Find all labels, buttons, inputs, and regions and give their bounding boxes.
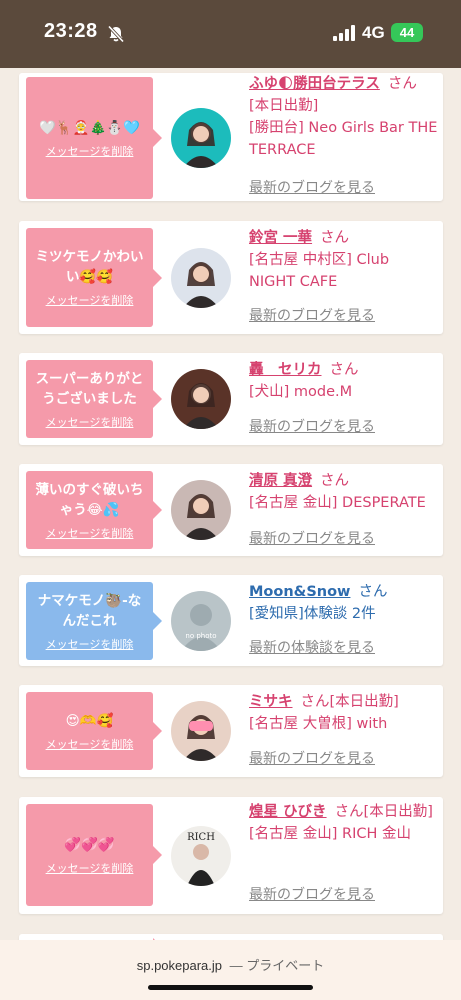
latest-blog-link[interactable]: 最新のブログを見る	[249, 416, 375, 438]
message-bubble: ミツケモノかわいい🥰🥰 メッセージを削除	[26, 228, 162, 327]
favorite-card: ミツケモノかわいい🥰🥰 メッセージを削除 鈴宮 一華 さん [名古屋 中村区] C…	[19, 221, 443, 334]
profile-name-link[interactable]: 清原 真澄	[249, 473, 312, 489]
browser-bottom-bar: sp.pokepara.jp — プライベート	[0, 940, 461, 1000]
honorific: さん	[387, 76, 417, 92]
url-domain: sp.pokepara.jp	[136, 958, 223, 973]
favorite-card: 🤍🦌🤶🎄⛄🩵 メッセージを削除 ふゆ🌓勝田台テラス さん [本日出勤] [勝田台] …	[19, 73, 443, 201]
name-row: 清原 真澄 さん	[249, 470, 439, 492]
profile-name-link[interactable]: 轟 セリカ	[249, 362, 322, 378]
profile-info: 轟 セリカ さん [犬山] mode.M 最新のブログを見る	[249, 359, 439, 445]
battery-level: 44	[399, 25, 415, 40]
honorific: さん	[329, 362, 359, 378]
favorite-card: 💞💞💞 メッセージを削除 RICH 煌星 ひびき さん[本日出勤] [名古屋 金山…	[19, 797, 443, 914]
delete-message-link[interactable]: メッセージを削除	[46, 525, 134, 541]
name-row: ふゆ🌓勝田台テラス さん	[249, 73, 439, 95]
message-text: ナマケモノ🦥-なんだこれ	[37, 592, 142, 629]
message-text: ミツケモノかわいい🥰🥰	[35, 249, 144, 285]
message-bubble: スーパーありがとうございました メッセージを削除	[26, 360, 162, 438]
profile-name-link[interactable]: 鈴宮 一華	[249, 230, 312, 246]
profile-name-link[interactable]: Moon&Snow	[249, 584, 350, 600]
bell-muted-icon	[107, 25, 125, 43]
signal-icon	[333, 25, 355, 41]
profile-info: 煌星 ひびき さん[本日出勤] [名古屋 金山] RICH 金山 最新のブログを見…	[249, 801, 439, 914]
profile-detail: [愛知県]体験談 2件	[249, 606, 376, 622]
status-time: 23:28	[44, 20, 98, 42]
name-row: 鈴宮 一華 さん	[249, 227, 439, 249]
avatar[interactable]	[171, 369, 231, 429]
profile-detail: [犬山] mode.M	[249, 384, 353, 400]
latest-blog-link[interactable]: 最新のブログを見る	[249, 748, 375, 770]
delete-message-link[interactable]: メッセージを削除	[46, 292, 134, 308]
avatar-photo: no photo	[171, 591, 231, 651]
message-text: 💞💞💞	[64, 836, 115, 853]
message-text: 🤍🦌🤶🎄⛄🩵	[39, 119, 140, 136]
latest-blog-link[interactable]: 最新のブログを見る	[249, 305, 375, 327]
profile-info: ミサキ さん[本日出勤] [名古屋 大曽根] with 最新のブログを見る	[249, 691, 439, 777]
honorific: さん	[320, 473, 350, 489]
message-bubble: 🤍🦌🤶🎄⛄🩵 メッセージを削除	[26, 77, 162, 199]
profile-name-link[interactable]: 煌星 ひびき	[249, 804, 327, 820]
favorite-card: スーパーありがとうございました メッセージを削除 轟 セリカ さん [犬山] mo…	[19, 353, 443, 445]
svg-text:no photo: no photo	[185, 632, 216, 640]
profile-detail: [勝田台] Neo Girls Bar THE TERRACE	[249, 120, 438, 158]
url-label[interactable]: sp.pokepara.jp — プライベート	[0, 955, 461, 974]
delete-message-link[interactable]: メッセージを削除	[46, 736, 134, 752]
favorite-card: 薄いのすぐ破いちゃう😂💦 メッセージを削除 清原 真澄 さん [名古屋 金山] D…	[19, 464, 443, 556]
name-row: Moon&Snow さん	[249, 581, 439, 603]
delete-message-link[interactable]: メッセージを削除	[46, 636, 134, 652]
honorific: さん[本日出勤]	[334, 804, 433, 820]
profile-info: ふゆ🌓勝田台テラス さん [本日出勤] [勝田台] Neo Girls Bar TH…	[249, 73, 439, 201]
latest-blog-link[interactable]: 最新のブログを見る	[249, 884, 375, 906]
svg-text:RICH: RICH	[187, 832, 215, 843]
network-label: 4G	[362, 23, 385, 42]
profile-detail: [名古屋 金山] DESPERATE	[249, 495, 426, 511]
profile-detail: [名古屋 大曽根] with	[249, 716, 388, 732]
honorific: さん	[320, 230, 350, 246]
avatar[interactable]	[171, 108, 231, 168]
avatar[interactable]	[171, 701, 231, 761]
avatar-photo	[171, 369, 231, 429]
name-row: 轟 セリカ さん	[249, 359, 439, 381]
message-bubble: ナマケモノ🦥-なんだこれ メッセージを削除	[26, 582, 162, 660]
home-indicator	[148, 985, 313, 990]
profile-name-link[interactable]: ミサキ	[249, 694, 293, 710]
name-row: 煌星 ひびき さん[本日出勤]	[249, 801, 439, 823]
honorific: さん[本日出勤]	[300, 694, 399, 710]
avatar[interactable]: no photo	[171, 591, 231, 651]
profile-info: 清原 真澄 さん [名古屋 金山] DESPERATE 最新のブログを見る	[249, 470, 439, 556]
latest-blog-link[interactable]: 最新の体験談を見る	[249, 637, 375, 659]
avatar-photo	[171, 108, 231, 168]
latest-blog-link[interactable]: 最新のブログを見る	[249, 528, 375, 550]
profile-name-link[interactable]: ふゆ🌓勝田台テラス	[249, 76, 380, 92]
status-bar: 23:28 4G 44	[0, 0, 461, 68]
name-row: ミサキ さん[本日出勤]	[249, 691, 439, 713]
profile-detail: [名古屋 金山] RICH 金山	[249, 826, 412, 842]
message-text: スーパーありがとうございました	[35, 370, 144, 407]
avatar[interactable]: RICH	[171, 826, 231, 886]
avatar-photo	[171, 248, 231, 308]
avatar-photo	[171, 701, 231, 761]
profile-detail: [本日出勤]	[249, 98, 319, 114]
avatar[interactable]	[171, 248, 231, 308]
message-text: 薄いのすぐ破いちゃう😂💦	[35, 481, 144, 518]
message-text: 😍🫶🥰	[65, 712, 114, 729]
delete-message-link[interactable]: メッセージを削除	[46, 860, 134, 876]
latest-blog-link[interactable]: 最新のブログを見る	[249, 177, 375, 199]
profile-info: Moon&Snow さん [愛知県]体験談 2件 最新の体験談を見る	[249, 581, 439, 666]
message-bubble: 💞💞💞 メッセージを削除	[26, 804, 162, 906]
avatar[interactable]	[171, 480, 231, 540]
profile-detail: [名古屋 中村区] Club NIGHT CAFE	[249, 252, 390, 290]
avatar-photo	[171, 480, 231, 540]
profile-info: 鈴宮 一華 さん [名古屋 中村区] Club NIGHT CAFE 最新のブログ…	[249, 227, 439, 334]
private-mode-label: — プライベート	[229, 958, 325, 973]
avatar-photo: RICH	[171, 826, 231, 886]
message-bubble: 😍🫶🥰 メッセージを削除	[26, 692, 162, 770]
battery-icon: 44	[391, 23, 423, 42]
message-bubble: 薄いのすぐ破いちゃう😂💦 メッセージを削除	[26, 471, 162, 549]
favorite-card: ナマケモノ🦥-なんだこれ メッセージを削除 no photo Moon&Snow…	[19, 575, 443, 666]
delete-message-link[interactable]: メッセージを削除	[46, 414, 134, 430]
delete-message-link[interactable]: メッセージを削除	[46, 143, 134, 159]
honorific: さん	[358, 584, 388, 600]
favorite-card: 😍🫶🥰 メッセージを削除 ミサキ さん[本日出勤] [名古屋 大曽根] with …	[19, 685, 443, 777]
